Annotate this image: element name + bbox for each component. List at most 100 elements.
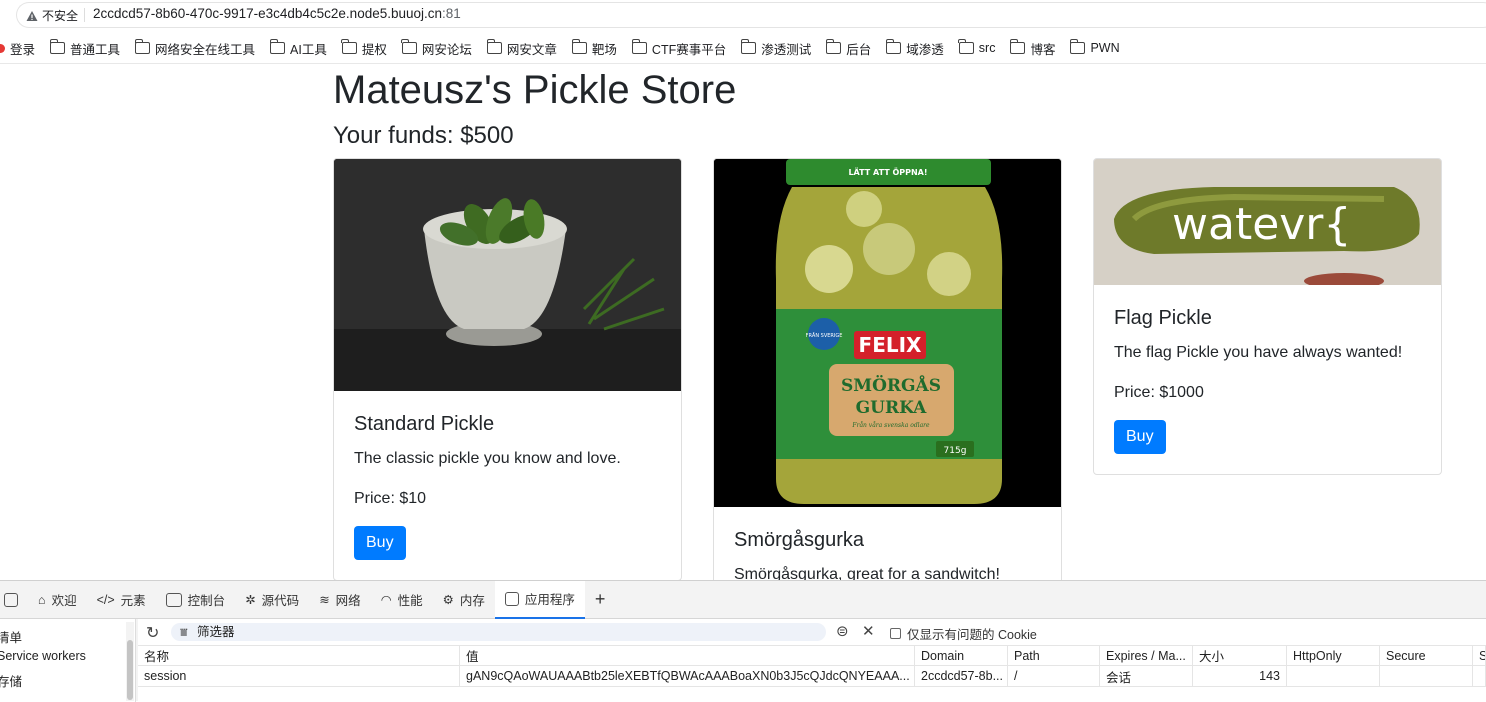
tab-label: 源代码 bbox=[261, 594, 300, 608]
bookmark-label: 网络安全在线工具 bbox=[155, 42, 256, 57]
gear-icon: ⚙ bbox=[442, 593, 454, 607]
jar-lid-text: LÄTT ATT ÖPPNA! bbox=[848, 167, 927, 177]
bug-icon: ✲ bbox=[245, 593, 256, 607]
col-name[interactable]: 名称 bbox=[138, 646, 460, 665]
tab-elements[interactable]: </> 元素 bbox=[87, 581, 156, 619]
tab-label: 应用程序 bbox=[524, 593, 575, 607]
bookmark-label: CTF赛事平台 bbox=[651, 42, 727, 57]
bookmark-label: 网安论坛 bbox=[421, 42, 472, 57]
cookies-table-header: 名称 值 Domain Path Expires / Ma... 大小 Http… bbox=[138, 645, 1486, 666]
scrollbar-thumb[interactable] bbox=[127, 640, 133, 700]
tab-network[interactable]: ≋ 网络 bbox=[309, 581, 371, 619]
page-title: Mateusz's Pickle Store bbox=[333, 68, 737, 112]
bookmark-folder[interactable]: 提权 bbox=[341, 39, 387, 58]
web-page: Mateusz's Pickle Store Your funds: $500 … bbox=[0, 64, 1486, 580]
bookmark-folder[interactable]: 后台 bbox=[825, 39, 872, 58]
panel-toggle-icon bbox=[4, 592, 18, 607]
col-value[interactable]: 值 bbox=[460, 646, 915, 665]
add-tab-button[interactable]: + bbox=[585, 581, 616, 619]
dock-toggle[interactable] bbox=[0, 581, 28, 619]
refresh-icon[interactable]: ↻ bbox=[146, 623, 159, 643]
tab-welcome[interactable]: ⌂ 欢迎 bbox=[28, 581, 87, 619]
app-icon bbox=[504, 591, 519, 606]
code-icon: </> bbox=[96, 592, 115, 607]
bookmark-label: 提权 bbox=[361, 42, 387, 57]
jar-weight: 715g bbox=[944, 446, 967, 456]
jar-subtitle: Från våra svenska odlare bbox=[851, 422, 930, 429]
col-path[interactable]: Path bbox=[1008, 646, 1100, 665]
security-label: 不安全 bbox=[42, 9, 79, 23]
tab-performance[interactable]: ◠ 性能 bbox=[371, 581, 433, 619]
bookmark-folder[interactable]: 网安文章 bbox=[486, 39, 557, 58]
buy-flag-button[interactable]: Buy bbox=[1114, 420, 1166, 454]
tab-memory[interactable]: ⚙ 内存 bbox=[433, 581, 495, 619]
bookmark-label: src bbox=[978, 41, 996, 55]
sidebar-item-storage[interactable]: 存储 bbox=[0, 671, 22, 690]
col-size[interactable]: 大小 bbox=[1193, 646, 1287, 665]
cookie-httponly bbox=[1287, 666, 1380, 686]
only-issues-toggle[interactable]: 仅显示有问题的 Cookie bbox=[890, 624, 1037, 643]
product-name: Flag Pickle bbox=[1114, 307, 1212, 329]
security-indicator[interactable]: 不安全 bbox=[26, 7, 78, 24]
bookmark-folder[interactable]: 渗透测试 bbox=[740, 39, 811, 58]
flag-pickle-illustration: watevr{ bbox=[1094, 159, 1441, 285]
col-httponly[interactable]: HttpOnly bbox=[1287, 646, 1380, 665]
bookmark-folder[interactable]: 网安论坛 bbox=[401, 39, 472, 58]
tab-sources[interactable]: ✲ 源代码 bbox=[235, 581, 309, 619]
folder-icon bbox=[571, 39, 587, 54]
smorgasgurka-image: LÄTT ATT ÖPPNA! FRÅN SVERIGE FELIX SMÖRG… bbox=[714, 159, 1061, 507]
cookie-path: / bbox=[1008, 666, 1100, 686]
tab-label: 欢迎 bbox=[51, 594, 77, 608]
table-row[interactable]: session gAN9cQAoWAUAAABtb25leXEBTfQBWAcA… bbox=[138, 666, 1486, 687]
sidebar-item-manifest[interactable]: 清单 bbox=[0, 627, 22, 646]
bookmark-folder[interactable]: 靶场 bbox=[571, 39, 617, 58]
warning-icon bbox=[26, 10, 38, 21]
tab-console[interactable]: 控制台 bbox=[156, 581, 236, 619]
buy-standard-button[interactable]: Buy bbox=[354, 526, 406, 560]
tab-label: 内存 bbox=[459, 594, 485, 608]
bookmark-folder[interactable]: 博客 bbox=[1010, 39, 1055, 58]
tab-label: 元素 bbox=[120, 594, 146, 608]
pickle-jar-illustration: LÄTT ATT ÖPPNA! FRÅN SVERIGE FELIX SMÖRG… bbox=[714, 159, 1061, 507]
bookmark-folder[interactable]: AI工具 bbox=[269, 39, 327, 58]
folder-icon bbox=[631, 39, 647, 54]
bookmark-label: 普通工具 bbox=[70, 42, 121, 57]
clear-filtered-icon[interactable]: ⊜ bbox=[836, 622, 849, 640]
folder-icon bbox=[341, 39, 357, 54]
product-card-flag: watevr{ Flag Pickle The flag Pickle you … bbox=[1093, 158, 1442, 475]
col-secure[interactable]: Secure bbox=[1380, 646, 1473, 665]
filter-input[interactable]: ⩸ 筛选器 bbox=[171, 623, 826, 641]
bookmark-folder[interactable]: CTF赛事平台 bbox=[631, 39, 727, 58]
bookmark-label: 网安文章 bbox=[506, 42, 557, 57]
col-samesite[interactable]: S bbox=[1473, 646, 1486, 665]
plus-icon: + bbox=[594, 589, 606, 609]
col-domain[interactable]: Domain bbox=[915, 646, 1008, 665]
sidebar-scrollbar[interactable] bbox=[126, 622, 134, 701]
tab-label: 控制台 bbox=[187, 594, 226, 608]
close-icon[interactable]: ✕ bbox=[862, 622, 875, 640]
url-text[interactable]: 2ccdcd57-8b60-470c-9917-e3c4db4c5c2e.nod… bbox=[93, 6, 461, 21]
bookmark-folder[interactable]: 网络安全在线工具 bbox=[134, 39, 256, 58]
cookie-expires: 会话 bbox=[1100, 666, 1193, 686]
bookmark-folder[interactable]: 域渗透 bbox=[885, 39, 944, 58]
folder-icon bbox=[885, 39, 902, 54]
tab-application[interactable]: 应用程序 bbox=[494, 580, 585, 619]
cookie-toolbar: ↻ ⩸ 筛选器 ⊜ ✕ 仅显示有问题的 Cookie bbox=[138, 619, 1486, 645]
cookie-secure bbox=[1380, 666, 1473, 686]
only-issues-checkbox[interactable] bbox=[890, 628, 901, 639]
product-description: The flag Pickle you have always wanted! bbox=[1114, 344, 1403, 361]
home-icon: ⌂ bbox=[38, 592, 46, 607]
bookmark-folder[interactable]: PWN bbox=[1070, 39, 1120, 55]
bookmark-login[interactable]: 登录 bbox=[0, 39, 35, 58]
product-card-standard: Standard Pickle The classic pickle you k… bbox=[333, 158, 682, 580]
folder-icon bbox=[486, 39, 502, 54]
cookies-panel: ↻ ⩸ 筛选器 ⊜ ✕ 仅显示有问题的 Cookie 名称 值 Domain Pa… bbox=[138, 619, 1486, 702]
cookie-value: gAN9cQAoWAUAAABtb25leXEBTfQBWAcAAABoaXN0… bbox=[460, 666, 915, 686]
col-expires[interactable]: Expires / Ma... bbox=[1100, 646, 1193, 665]
bookmark-folder[interactable]: src bbox=[958, 39, 996, 55]
sidebar-item-service-workers[interactable]: Service workers bbox=[0, 649, 86, 663]
bookmark-folder[interactable]: 普通工具 bbox=[49, 39, 121, 58]
bookmark-label: 后台 bbox=[846, 42, 872, 57]
folder-icon bbox=[740, 39, 757, 54]
colander-illustration bbox=[334, 159, 681, 391]
